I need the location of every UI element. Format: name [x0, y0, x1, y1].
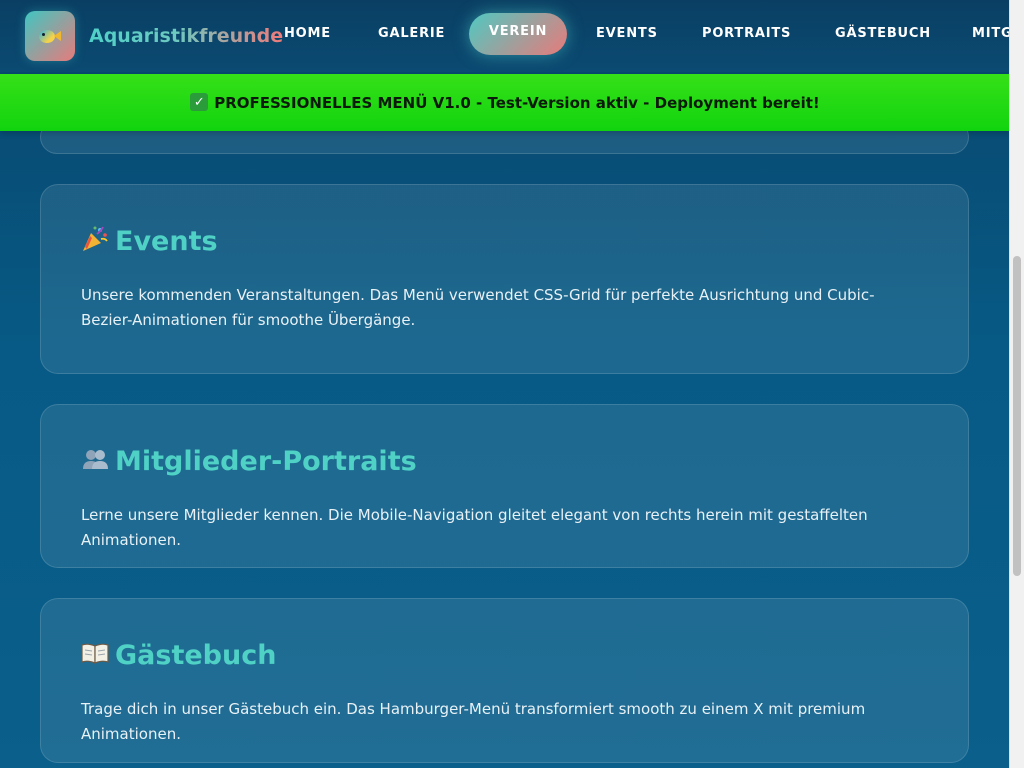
- nav-events[interactable]: EVENTS: [596, 26, 658, 41]
- section-title-portraits: Mitglieder-Portraits: [81, 445, 417, 477]
- vertical-scrollbar[interactable]: [1009, 0, 1024, 768]
- section-title-events-text: Events: [115, 226, 218, 257]
- site-header: Aquaristikfreunde HOME GALERIE VEREIN EV…: [0, 0, 1010, 72]
- section-title-portraits-text: Mitglieder-Portraits: [115, 446, 417, 477]
- nav-gaestebuch[interactable]: GÄSTEBUCH: [835, 26, 931, 41]
- nav-portraits[interactable]: PORTRAITS: [702, 26, 791, 41]
- section-text-events: Unsere kommenden Veranstaltungen. Das Me…: [81, 286, 875, 329]
- fish-icon: [39, 29, 61, 44]
- section-title-gaestebuch-text: Gästebuch: [115, 640, 277, 671]
- section-card-portraits: Mitglieder-Portraits Lerne unsere Mitgli…: [40, 404, 969, 568]
- section-card-events: Events Unsere kommenden Veranstaltungen.…: [40, 184, 969, 374]
- banner-text: PROFESSIONELLES MENÜ V1.0 - Test-Version…: [214, 93, 820, 112]
- section-title-gaestebuch: Gästebuch: [81, 639, 276, 671]
- party-popper-icon: [83, 226, 108, 251]
- section-text-gaestebuch: Trage dich in unser Gästebuch ein. Das H…: [81, 700, 866, 743]
- check-icon: ✓: [190, 93, 209, 111]
- nav-mitglieder[interactable]: MITGLIEDER: [972, 26, 1010, 41]
- section-card-gaestebuch: Gästebuch Trage dich in unser Gästebuch …: [40, 598, 969, 763]
- nav-verein[interactable]: VEREIN: [469, 13, 567, 55]
- nav-galerie[interactable]: GALERIE: [378, 26, 445, 41]
- nav-home[interactable]: HOME: [284, 26, 331, 41]
- section-text-portraits: Lerne unsere Mitglieder kennen. Die Mobi…: [81, 506, 868, 549]
- brand-name[interactable]: Aquaristikfreunde: [89, 25, 283, 47]
- open-book-icon: [81, 643, 109, 664]
- people-icon: [83, 450, 108, 469]
- section-title-events: Events: [81, 225, 218, 257]
- scrollbar-thumb[interactable]: [1013, 256, 1021, 576]
- logo[interactable]: [25, 11, 75, 61]
- status-banner: ✓ PROFESSIONELLES MENÜ V1.0 - Test-Versi…: [0, 74, 1010, 131]
